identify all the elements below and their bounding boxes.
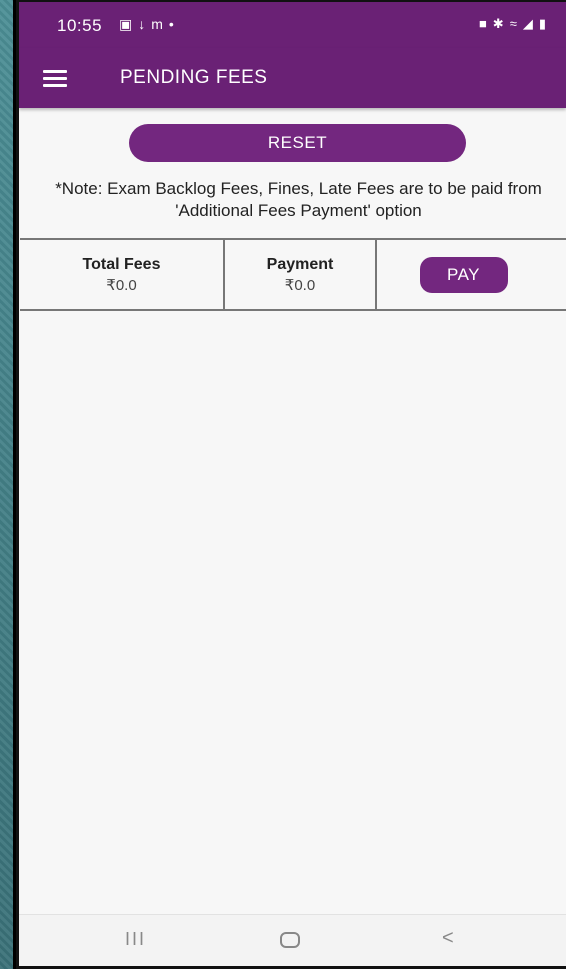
- phone-frame: 10:55 ▣ ↓ m • ■ ✱ ≈ ◢ ▮ PENDING FEES RES…: [13, 0, 566, 969]
- fees-summary-table: Total Fees ₹0.0 Payment ₹0.0 PAY: [20, 238, 566, 311]
- pay-button[interactable]: PAY: [419, 256, 508, 293]
- alarm-icon: ■: [478, 16, 487, 31]
- recent-apps-button[interactable]: III: [125, 929, 146, 950]
- signal-icon: ◢: [522, 16, 533, 31]
- pay-cell: PAY: [377, 240, 566, 309]
- payment-value: ₹0.0: [284, 276, 316, 294]
- bluetooth-icon: ✱: [492, 16, 504, 31]
- status-time: 10:55: [57, 16, 103, 35]
- page-title: PENDING FEES: [120, 67, 268, 88]
- battery-icon: ▮: [538, 16, 546, 31]
- gallery-icon: ▣: [119, 16, 133, 32]
- reset-button[interactable]: RESET: [129, 124, 466, 162]
- payment-cell: Payment ₹0.0: [225, 240, 377, 309]
- wifi-icon: ≈: [509, 16, 517, 31]
- total-fees-value: ₹0.0: [106, 276, 137, 294]
- app-bar: PENDING FEES: [19, 48, 566, 108]
- m-icon: m: [151, 16, 163, 32]
- home-button[interactable]: [280, 932, 300, 948]
- total-fees-cell: Total Fees ₹0.0: [20, 240, 225, 309]
- back-button[interactable]: <: [442, 927, 454, 950]
- status-right-icons: ■ ✱ ≈ ◢ ▮: [479, 16, 546, 32]
- download-icon: ↓: [138, 16, 146, 32]
- screen: 10:55 ▣ ↓ m • ■ ✱ ≈ ◢ ▮ PENDING FEES RES…: [19, 2, 566, 966]
- fees-note: *Note: Exam Backlog Fees, Fines, Late Fe…: [55, 179, 542, 220]
- dot-icon: •: [168, 16, 174, 32]
- system-nav-bar: III <: [19, 914, 566, 966]
- total-fees-label: Total Fees: [82, 255, 161, 273]
- status-bar: 10:55 ▣ ↓ m • ■ ✱ ≈ ◢ ▮: [19, 2, 566, 48]
- menu-icon[interactable]: [43, 70, 67, 87]
- status-left-icons: ▣ ↓ m •: [119, 16, 174, 33]
- payment-label: Payment: [266, 255, 334, 273]
